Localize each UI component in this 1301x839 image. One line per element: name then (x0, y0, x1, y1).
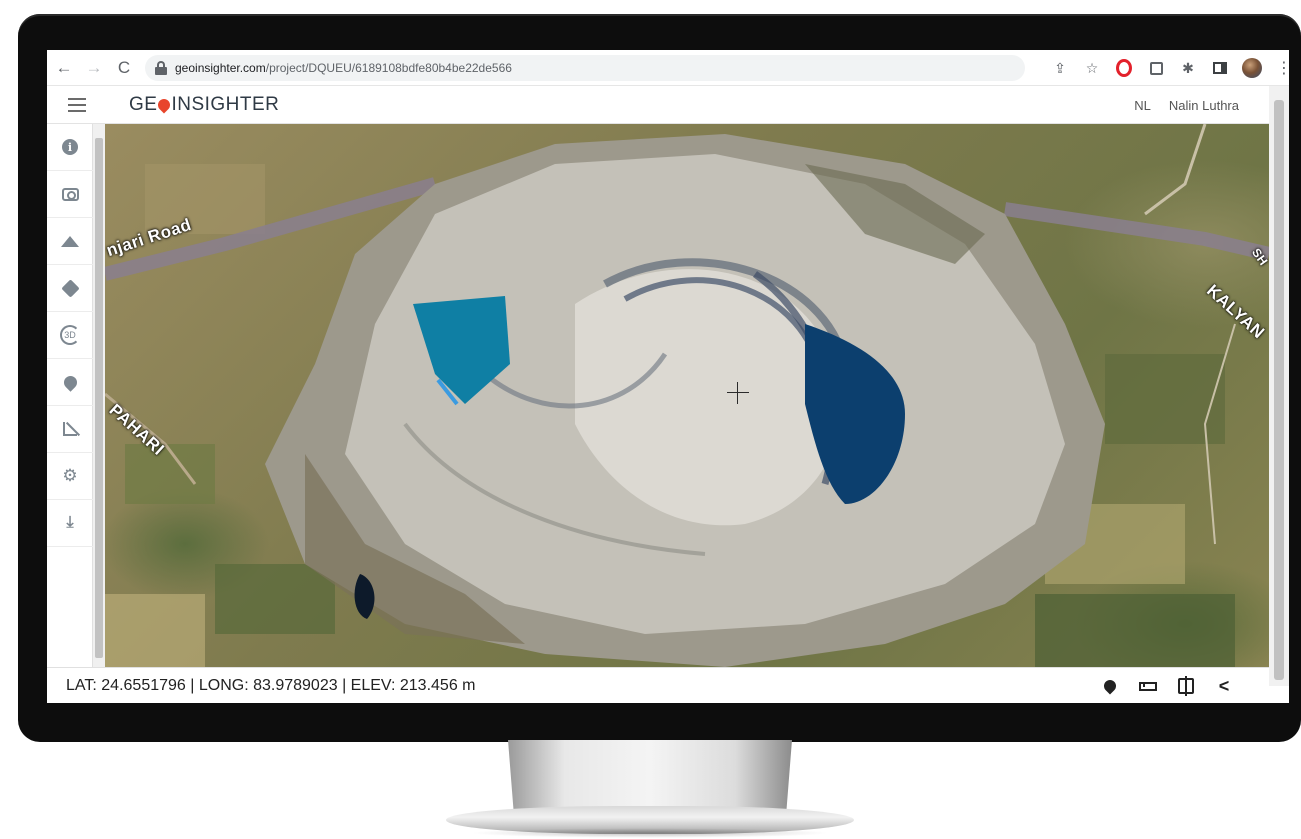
user-menu[interactable]: NL Nalin Luthra (1134, 86, 1239, 124)
logo-pin-icon (155, 96, 173, 113)
measure-icon (63, 422, 77, 436)
crosshair-cursor (727, 382, 749, 404)
logo-text-right: INSIGHTER (171, 93, 280, 115)
user-name: Nalin Luthra (1168, 97, 1239, 113)
back-arrow-icon: ← (55, 57, 73, 77)
info-tool-button[interactable]: i (47, 124, 93, 171)
view-3d-tool-button[interactable]: 3D (47, 312, 93, 359)
puzzle-icon: ✱ (1182, 59, 1194, 76)
app-logo[interactable]: GE INSIGHTER (129, 94, 279, 116)
hamburger-menu-icon[interactable] (47, 97, 107, 112)
compare-button[interactable] (1177, 676, 1195, 696)
address-bar[interactable]: geoinsighter.com/project/DQUEU/6189108bd… (145, 54, 1025, 81)
side-panel-button[interactable] (1207, 55, 1233, 81)
map-view[interactable]: njari Road KALYAN PAHARI SH (105, 124, 1269, 667)
layers-tool-button[interactable] (47, 265, 93, 312)
monitor-shadow (470, 828, 830, 838)
share-button[interactable]: < (1215, 675, 1233, 696)
share-icon: < (1218, 675, 1230, 696)
add-marker-icon (1101, 677, 1119, 695)
forward-button[interactable]: → (81, 55, 107, 81)
terrain-icon (61, 235, 79, 247)
back-button[interactable]: ← (51, 55, 77, 81)
info-icon: i (62, 139, 78, 155)
extension-icon (1149, 61, 1163, 75)
layers-icon (60, 278, 80, 298)
status-bar: LAT: 24.6551796 | LONG: 83.9789023 | ELE… (47, 667, 1269, 703)
side-panel-icon (1213, 62, 1227, 74)
view-3d-icon: 3D (60, 325, 80, 345)
page-scrollbar[interactable] (1269, 86, 1289, 686)
star-icon: ☆ (1085, 59, 1099, 76)
extension-button[interactable] (1143, 55, 1169, 81)
share-page-icon: ⇪ (1054, 59, 1066, 76)
browser-menu-button[interactable]: ⋮ (1271, 55, 1289, 81)
left-toolbar: i 3D ⚙ ⤓ (47, 124, 93, 674)
download-icon: ⤓ (66, 514, 74, 531)
add-marker-button[interactable] (1101, 677, 1119, 695)
kebab-menu-icon: ⋮ (1276, 60, 1289, 77)
app-header: GE INSIGHTER NL Nalin Luthra (47, 86, 1289, 124)
compare-icon (1178, 676, 1194, 696)
monitor-stand-neck (508, 740, 792, 812)
bookmark-button[interactable]: ☆ (1079, 55, 1105, 81)
map-imagery (105, 124, 1269, 667)
measure-tool-button[interactable] (47, 406, 93, 453)
location-pin-icon (60, 372, 80, 392)
settings-icon: ⚙ (62, 466, 78, 485)
ruler-icon (1139, 681, 1157, 691)
toolbar-scrollbar[interactable] (93, 124, 105, 674)
forward-arrow-icon: → (85, 57, 103, 77)
opera-extension-button[interactable] (1111, 55, 1137, 81)
ruler-button[interactable] (1139, 677, 1157, 695)
url-path: /project/DQUEU/6189108bdfe80b4be22de566 (265, 60, 512, 75)
screen: ← → C geoinsighter.com/project/DQUEU/618… (47, 50, 1289, 703)
terrain-tool-button[interactable] (47, 218, 93, 265)
status-actions: < (1101, 668, 1233, 703)
url-domain: geoinsighter.com (175, 60, 266, 75)
browser-toolbar: ← → C geoinsighter.com/project/DQUEU/618… (47, 50, 1289, 86)
share-page-button[interactable]: ⇪ (1047, 55, 1073, 81)
reload-icon: C (117, 57, 131, 77)
opera-icon (1116, 59, 1132, 77)
settings-tool-button[interactable]: ⚙ (47, 453, 93, 500)
user-initials: NL (1134, 97, 1151, 113)
profile-button[interactable] (1239, 55, 1265, 81)
avatar (1242, 58, 1262, 78)
camera-icon (61, 187, 79, 201)
download-tool-button[interactable]: ⤓ (47, 500, 93, 547)
reload-button[interactable]: C (111, 55, 137, 81)
extensions-menu-button[interactable]: ✱ (1175, 55, 1201, 81)
browser-actions: ⇪ ☆ ✱ ⋮ (1047, 50, 1289, 86)
logo-text-left: GE (129, 93, 158, 115)
lock-icon (155, 60, 167, 75)
camera-tool-button[interactable] (47, 171, 93, 218)
location-tool-button[interactable] (47, 359, 93, 406)
coordinate-readout: LAT: 24.6551796 | LONG: 83.9789023 | ELE… (66, 676, 476, 694)
